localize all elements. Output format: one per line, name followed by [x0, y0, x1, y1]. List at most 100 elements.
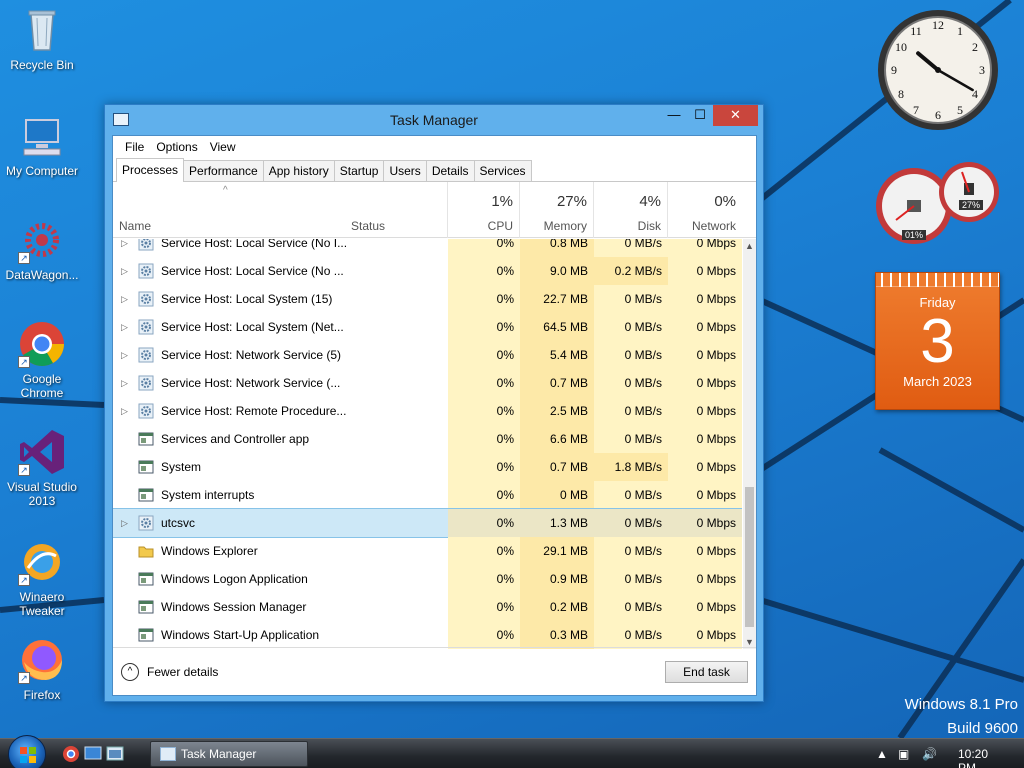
menu-view[interactable]: View — [204, 140, 242, 154]
table-row-selected[interactable]: ▷ utcsvc 0% 1.3 MB 0 MB/s 0 Mbps — [113, 508, 742, 538]
process-cpu: 0% — [448, 565, 520, 593]
desktop-icon-visual-studio[interactable]: ↗ Visual Studio 2013 — [0, 428, 84, 508]
close-button[interactable]: ✕ — [713, 105, 758, 126]
process-network: 0 Mbps — [668, 369, 742, 397]
taskbar-button-task-manager[interactable]: Task Manager — [150, 741, 308, 767]
tab-app-history[interactable]: App history — [262, 160, 335, 181]
taskbar-button-label: Task Manager — [181, 747, 257, 761]
start-button[interactable] — [8, 735, 46, 768]
table-row[interactable]: ▷ Service Host: Local Service (No I... 0% 0… — [113, 239, 742, 257]
desktop-icon-recycle-bin[interactable]: Recycle Bin — [0, 6, 84, 72]
expand-arrow-icon[interactable]: ▷ — [121, 257, 128, 285]
tab-processes[interactable]: Processes — [116, 158, 185, 182]
column-header-status[interactable]: Status — [345, 182, 448, 238]
minimize-button[interactable]: — — [661, 105, 687, 126]
column-header-disk[interactable]: 4% Disk — [594, 182, 668, 238]
process-status — [349, 593, 449, 621]
tab-performance[interactable]: Performance — [183, 160, 264, 181]
table-row[interactable]: ▷ Service Host: Local System (15) 0% 22.7 M… — [113, 285, 742, 313]
fewer-details-button[interactable]: ^ Fewer details — [121, 663, 218, 681]
process-name: Service Host: Local Service (No ... — [161, 264, 344, 278]
column-header-name[interactable]: ^ Name — [113, 182, 345, 238]
tab-users[interactable]: Users — [383, 160, 427, 181]
desktop-icon-label: My Computer — [5, 164, 79, 178]
show-desktop-quicklaunch-icon[interactable] — [84, 745, 102, 762]
desktop-icon-winaero-tweaker[interactable]: ↗ Winaero Tweaker — [0, 538, 84, 618]
maximize-button[interactable]: ☐ — [687, 105, 713, 126]
network-tray-icon[interactable]: ▣ — [898, 747, 909, 761]
process-disk: 0 MB/s — [594, 369, 668, 397]
svg-text:12: 12 — [932, 18, 944, 32]
switch-windows-quicklaunch-icon[interactable] — [106, 745, 124, 762]
calendar-gadget[interactable]: Friday 3 March 2023 — [875, 272, 1000, 410]
application-icon — [138, 460, 154, 474]
process-disk: 0 MB/s — [594, 593, 668, 621]
process-name: System — [161, 460, 202, 474]
desktop-icon-firefox[interactable]: ↗ Firefox — [0, 636, 84, 702]
clock-gadget[interactable]: 12 3 6 9 1245 7 8 10 11 — [876, 8, 1000, 132]
table-row[interactable]: ▷ Service Host: Remote Procedure... 0% 2.5 … — [113, 397, 742, 425]
cpu-meter-gadget[interactable]: 01% 27% — [874, 158, 1002, 250]
expand-arrow-icon[interactable]: ▷ — [121, 509, 128, 537]
tab-details[interactable]: Details — [425, 160, 475, 181]
tray-clock[interactable]: 10:20 PM — [958, 747, 988, 768]
recycle-bin-icon — [18, 6, 66, 54]
desktop-icon-label: Winaero Tweaker — [19, 590, 65, 618]
tab-services[interactable]: Services — [473, 160, 532, 181]
table-row[interactable]: ▷ Service Host: Network Service (5) 0% 5.4 … — [113, 341, 742, 369]
table-row[interactable]: System interrupts 0% 0 MB 0 MB/s 0 Mbps — [113, 481, 742, 509]
network-total: 0% — [714, 193, 736, 210]
column-header-network[interactable]: 0% Network — [668, 182, 742, 238]
expand-arrow-icon[interactable]: ▷ — [121, 397, 128, 425]
menu-options[interactable]: Options — [150, 140, 203, 154]
table-row[interactable]: Services and Controller app 0% 6.6 MB 0 MB/… — [113, 425, 742, 453]
scroll-up-arrow-icon[interactable]: ▲ — [743, 239, 756, 253]
computer-icon — [18, 112, 66, 160]
process-name: Windows Start-Up Application — [161, 628, 320, 642]
process-list: ▷ Service Host: Local Service (No I... 0% 0… — [113, 239, 742, 649]
memory-total: 27% — [556, 193, 587, 210]
expand-arrow-icon[interactable]: ▷ — [121, 285, 128, 313]
cpu-meter-value: 01% — [902, 230, 927, 240]
table-row[interactable]: Windows Session Manager 0% 0.2 MB 0 MB/s 0 M… — [113, 593, 742, 621]
datawagon-icon: ↗ — [18, 216, 66, 264]
expand-arrow-icon[interactable]: ▷ — [121, 369, 128, 397]
sort-caret-icon: ^ — [223, 185, 228, 196]
process-memory: 22.7 MB — [520, 285, 594, 313]
desktop-icon-datawagon[interactable]: ↗ DataWagon... — [0, 216, 84, 282]
end-task-button[interactable]: End task — [665, 661, 748, 683]
desktop-icon-google-chrome[interactable]: ↗ Google Chrome — [0, 320, 84, 400]
process-table: ^ Name Status 1% CPU 27% Memory 4% Disk — [113, 182, 756, 649]
vertical-scrollbar[interactable]: ▲ ▼ — [743, 239, 756, 649]
desktop-icon-my-computer[interactable]: My Computer — [0, 112, 84, 178]
process-network: 0 Mbps — [668, 453, 742, 481]
process-disk: 0 MB/s — [594, 397, 668, 425]
show-hidden-icons-arrow-icon[interactable]: ▲ — [876, 747, 888, 761]
menu-file[interactable]: File — [119, 140, 150, 154]
table-row[interactable]: System 0% 0.7 MB 1.8 MB/s 0 Mbps — [113, 453, 742, 481]
column-header-memory[interactable]: 27% Memory — [520, 182, 594, 238]
tab-startup[interactable]: Startup — [333, 160, 385, 181]
shortcut-arrow-icon: ↗ — [18, 574, 30, 586]
table-row[interactable]: Windows Explorer 0% 29.1 MB 0 MB/s 0 Mbps — [113, 537, 742, 565]
table-row[interactable]: Windows Logon Application 0% 0.9 MB 0 MB/s 0… — [113, 565, 742, 593]
svg-text:7: 7 — [913, 103, 919, 117]
expand-arrow-icon[interactable]: ▷ — [121, 313, 128, 341]
svg-text:9: 9 — [891, 63, 897, 77]
chrome-quicklaunch-icon[interactable] — [62, 745, 80, 762]
table-row[interactable]: ▷ Service Host: Network Service (... 0% 0.7… — [113, 369, 742, 397]
scrollbar-thumb[interactable] — [745, 487, 754, 627]
column-header-cpu[interactable]: 1% CPU — [448, 182, 520, 238]
application-icon — [138, 572, 154, 586]
expand-arrow-icon[interactable]: ▷ — [121, 239, 128, 257]
table-row[interactable]: ▷ Service Host: Local Service (No ... 0% 9.… — [113, 257, 742, 285]
gear-icon — [138, 319, 154, 335]
expand-arrow-icon[interactable]: ▷ — [121, 341, 128, 369]
table-row[interactable]: ▷ Service Host: Local System (Net... 0% 64.… — [113, 313, 742, 341]
title-bar[interactable]: Task Manager — ☐ ✕ — [105, 105, 763, 135]
table-row[interactable]: Windows Start-Up Application 0% 0.3 MB 0 MB… — [113, 621, 742, 649]
process-status — [349, 397, 449, 425]
process-network: 0 Mbps — [668, 239, 742, 257]
calendar-rings — [876, 273, 999, 287]
volume-tray-icon[interactable]: 🔊 — [922, 747, 937, 761]
